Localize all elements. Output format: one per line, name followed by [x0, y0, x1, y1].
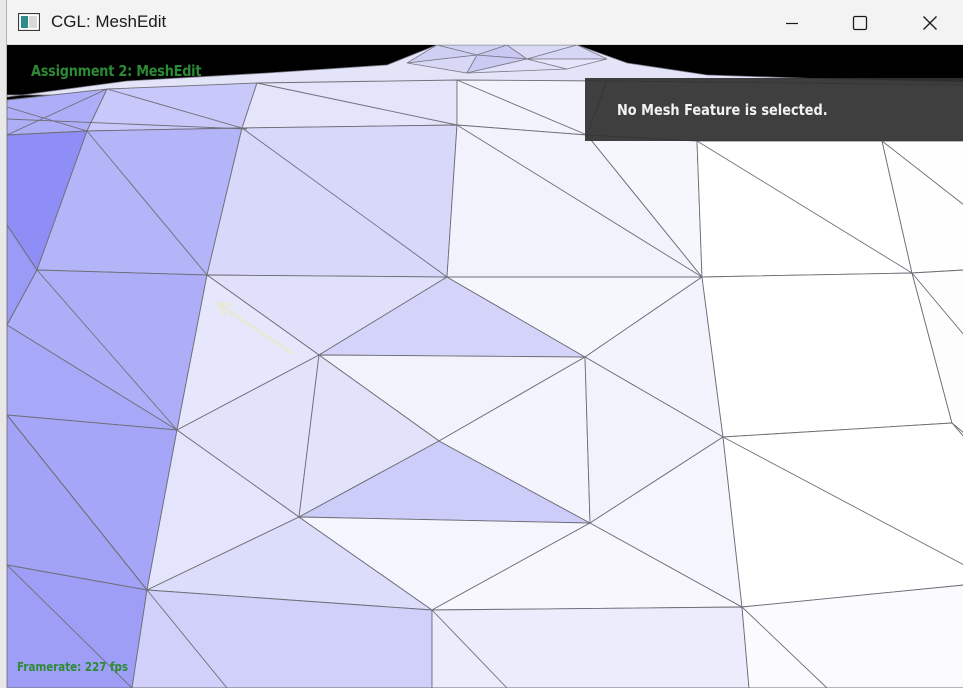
- info-panel-text: No Mesh Feature is selected.: [617, 101, 828, 119]
- close-icon: [922, 15, 938, 31]
- close-button[interactable]: [896, 0, 963, 45]
- minimize-button[interactable]: [758, 0, 826, 45]
- framerate-label: Framerate: 227 fps: [17, 660, 129, 674]
- mesh-faces: [7, 79, 963, 688]
- assignment-label: Assignment 2: MeshEdit: [31, 62, 202, 80]
- mesh-render[interactable]: [7, 45, 963, 688]
- app-icon: [17, 12, 41, 32]
- window-title: CGL: MeshEdit: [51, 12, 167, 31]
- info-panel: No Mesh Feature is selected.: [585, 78, 963, 141]
- title-bar[interactable]: CGL: MeshEdit: [7, 0, 963, 45]
- maximize-icon: [852, 15, 868, 31]
- app-window: CGL: MeshEdit Assignment 2: MeshEdit No …: [6, 0, 963, 688]
- maximize-button[interactable]: [826, 0, 894, 45]
- minimize-icon: [784, 15, 800, 31]
- mesh-viewport[interactable]: Assignment 2: MeshEdit No Mesh Feature i…: [7, 45, 963, 688]
